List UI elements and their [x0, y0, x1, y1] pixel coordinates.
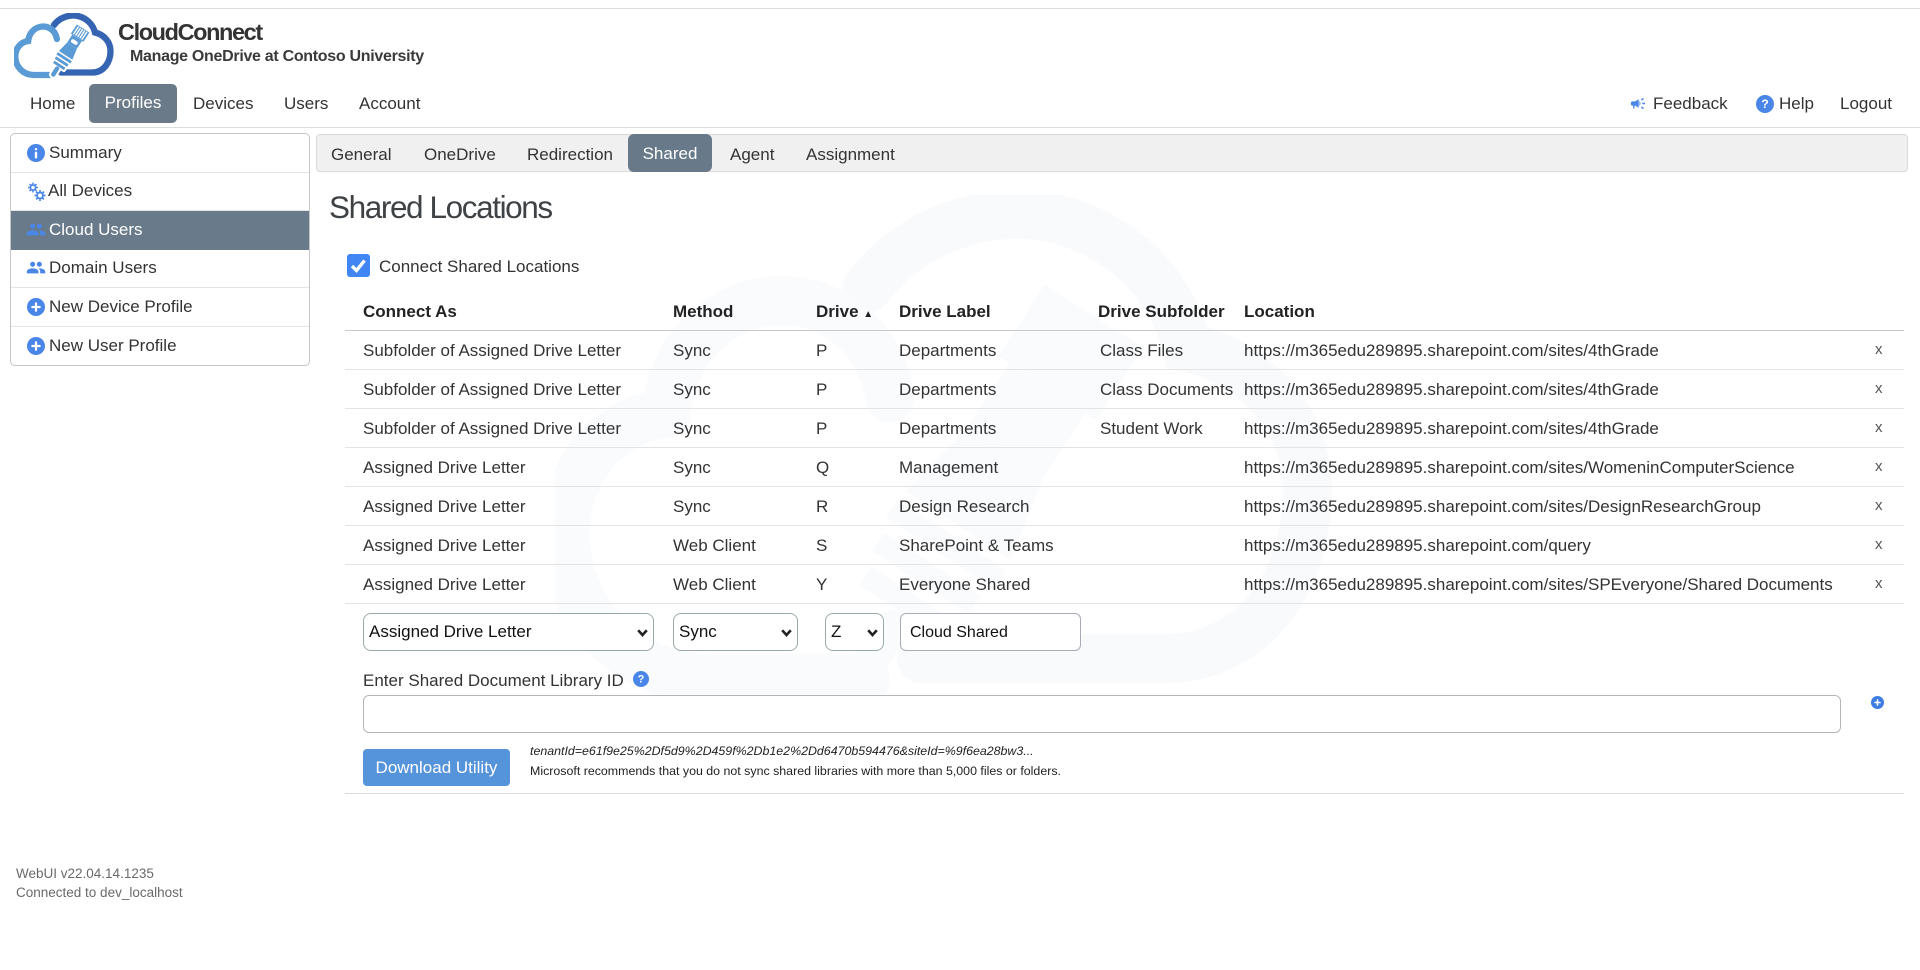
svg-text:?: ?: [1761, 97, 1768, 111]
svg-text:?: ?: [638, 674, 645, 686]
